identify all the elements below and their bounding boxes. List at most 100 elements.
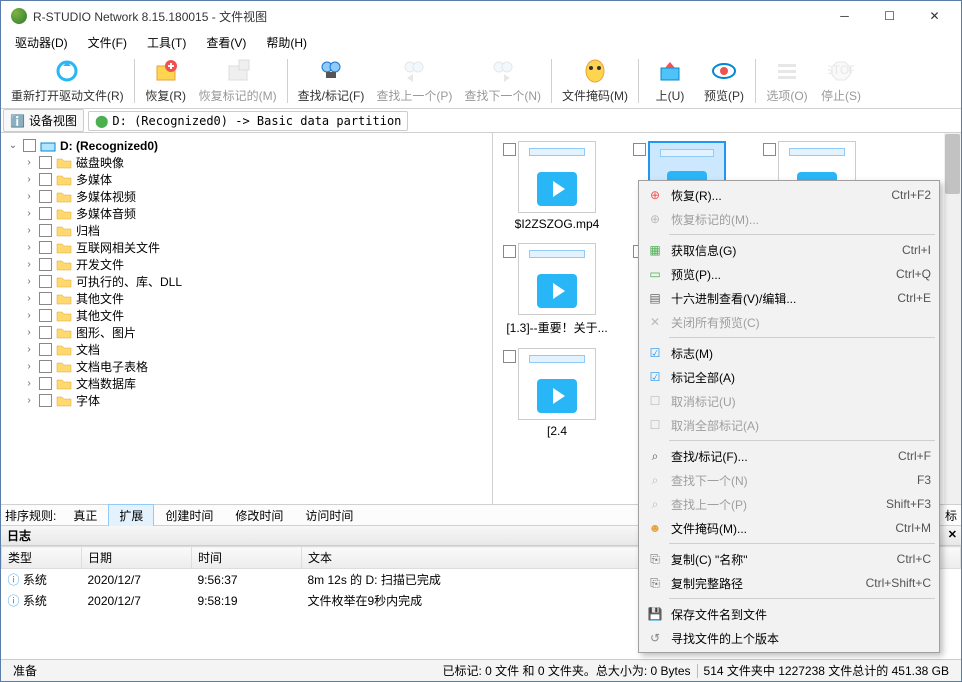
ctx-info[interactable]: ▦获取信息(G)Ctrl+I xyxy=(641,238,937,262)
tree-item[interactable]: ›多媒体 xyxy=(3,171,490,188)
toolbar-find-button[interactable]: 查找/标记(F) xyxy=(292,55,371,106)
expand-icon[interactable]: › xyxy=(23,378,35,389)
log-close-icon[interactable]: ✕ xyxy=(948,528,957,541)
scrollbar[interactable] xyxy=(944,133,961,504)
expand-icon[interactable]: › xyxy=(23,361,35,372)
file-thumbnail[interactable]: [1.3]--重要！关于... xyxy=(501,243,613,336)
ctx-mark-all[interactable]: ☑标记全部(A) xyxy=(641,365,937,389)
toolbar-recover-button[interactable]: 恢复(R) xyxy=(139,55,193,106)
checkbox[interactable] xyxy=(763,143,776,156)
thumbnail-preview[interactable] xyxy=(518,141,596,213)
checkbox[interactable] xyxy=(39,190,52,203)
expand-icon[interactable]: › xyxy=(23,225,35,236)
path-crumb[interactable]: ⬤ D: (Recognized0) -> Basic data partiti… xyxy=(88,111,408,131)
tree-item[interactable]: ›归档 xyxy=(3,222,490,239)
expand-icon[interactable]: › xyxy=(23,259,35,270)
maximize-button[interactable]: ☐ xyxy=(867,2,912,30)
log-col-1[interactable]: 日期 xyxy=(82,547,192,569)
checkbox[interactable] xyxy=(39,309,52,322)
toolbar-reopen-button[interactable]: 重新打开驱动文件(R) xyxy=(5,55,130,106)
checkbox[interactable] xyxy=(39,241,52,254)
ctx-recover[interactable]: ⊕恢复(R)...Ctrl+F2 xyxy=(641,183,937,207)
checkbox[interactable] xyxy=(39,343,52,356)
sort-tab-4[interactable]: 访问时间 xyxy=(294,504,364,527)
sort-tab-1[interactable]: 扩展 xyxy=(108,504,154,527)
log-col-0[interactable]: 类型 xyxy=(2,547,82,569)
checkbox[interactable] xyxy=(503,350,516,363)
log-col-2[interactable]: 时间 xyxy=(192,547,302,569)
menu-3[interactable]: 查看(V) xyxy=(196,32,256,53)
tree-item[interactable]: ›文档数据库 xyxy=(3,375,490,392)
checkbox[interactable] xyxy=(39,173,52,186)
thumbnail-preview[interactable] xyxy=(518,348,596,420)
tree-item[interactable]: ›多媒体音频 xyxy=(3,205,490,222)
ctx-save[interactable]: 💾保存文件名到文件 xyxy=(641,602,937,626)
tree-item[interactable]: ›磁盘映像 xyxy=(3,154,490,171)
toolbar-recover-marked-button: 恢复标记的(M) xyxy=(193,55,283,106)
thumbnail-preview[interactable] xyxy=(518,243,596,315)
checkbox[interactable] xyxy=(39,224,52,237)
tree-item[interactable]: ›其他文件 xyxy=(3,307,490,324)
collapse-icon[interactable]: ⌄ xyxy=(7,140,19,151)
file-thumbnail[interactable]: [2.4 xyxy=(501,348,613,438)
context-menu[interactable]: ⊕恢复(R)...Ctrl+F2⊕恢复标记的(M)...▦获取信息(G)Ctrl… xyxy=(638,180,940,653)
checkbox[interactable] xyxy=(23,139,36,152)
expand-icon[interactable]: › xyxy=(23,208,35,219)
tree-item[interactable]: ›多媒体视频 xyxy=(3,188,490,205)
expand-icon[interactable]: › xyxy=(23,395,35,406)
ctx-copy-path[interactable]: ⎘复制完整路径Ctrl+Shift+C xyxy=(641,571,937,595)
ctx-mark[interactable]: ☑标志(M) xyxy=(641,341,937,365)
ctx-mask[interactable]: ☻文件掩码(M)...Ctrl+M xyxy=(641,516,937,540)
tree-item[interactable]: ›可执行的、库、DLL xyxy=(3,273,490,290)
checkbox[interactable] xyxy=(39,207,52,220)
checkbox[interactable] xyxy=(39,326,52,339)
folder-tree-panel[interactable]: ⌄ D: (Recognized0)›磁盘映像›多媒体›多媒体视频›多媒体音频›归… xyxy=(1,133,493,504)
tree-root-label[interactable]: D: (Recognized0) xyxy=(60,139,158,153)
close-button[interactable]: ✕ xyxy=(912,2,957,30)
menu-1[interactable]: 文件(F) xyxy=(78,32,137,53)
menu-4[interactable]: 帮助(H) xyxy=(256,32,317,53)
menu-2[interactable]: 工具(T) xyxy=(137,32,196,53)
checkbox[interactable] xyxy=(39,156,52,169)
checkbox[interactable] xyxy=(39,394,52,407)
tree-item[interactable]: ›其他文件 xyxy=(3,290,490,307)
tree-item[interactable]: ›文档 xyxy=(3,341,490,358)
toolbar-up-button[interactable]: 上(U) xyxy=(643,55,697,106)
sort-tab-0[interactable]: 真正 xyxy=(62,504,108,527)
expand-icon[interactable]: › xyxy=(23,327,35,338)
device-view-tab[interactable]: ℹ️ 设备视图 xyxy=(3,109,84,132)
expand-icon[interactable]: › xyxy=(23,344,35,355)
expand-icon[interactable]: › xyxy=(23,293,35,304)
expand-icon[interactable]: › xyxy=(23,191,35,202)
checkbox[interactable] xyxy=(633,143,646,156)
checkbox[interactable] xyxy=(503,245,516,258)
expand-icon[interactable]: › xyxy=(23,242,35,253)
checkbox[interactable] xyxy=(39,360,52,373)
ctx-copy[interactable]: ⎘复制(C) "名称"Ctrl+C xyxy=(641,547,937,571)
expand-icon[interactable]: › xyxy=(23,276,35,287)
ctx-preview[interactable]: ▭预览(P)...Ctrl+Q xyxy=(641,262,937,286)
expand-icon[interactable]: › xyxy=(23,310,35,321)
tree-item[interactable]: ›图形、图片 xyxy=(3,324,490,341)
sort-tab-3[interactable]: 修改时间 xyxy=(224,504,294,527)
checkbox[interactable] xyxy=(39,292,52,305)
sort-tab-2[interactable]: 创建时间 xyxy=(154,504,224,527)
expand-icon[interactable]: › xyxy=(23,157,35,168)
tree-item[interactable]: ›互联网相关文件 xyxy=(3,239,490,256)
tree-item[interactable]: ›开发文件 xyxy=(3,256,490,273)
ctx-history[interactable]: ↺寻找文件的上个版本 xyxy=(641,626,937,650)
file-thumbnail[interactable]: $I2ZSZOG.mp4 xyxy=(501,141,613,231)
toolbar-mask-button[interactable]: 文件掩码(M) xyxy=(556,55,634,106)
ctx-find[interactable]: ⌕查找/标记(F)...Ctrl+F xyxy=(641,444,937,468)
checkbox[interactable] xyxy=(503,143,516,156)
minimize-button[interactable]: ─ xyxy=(822,2,867,30)
ctx-hex[interactable]: ▤十六进制查看(V)/编辑...Ctrl+E xyxy=(641,286,937,310)
tree-item[interactable]: ›文档电子表格 xyxy=(3,358,490,375)
toolbar-preview-button[interactable]: 预览(P) xyxy=(697,55,751,106)
checkbox[interactable] xyxy=(39,275,52,288)
menu-0[interactable]: 驱动器(D) xyxy=(5,32,78,53)
tree-item[interactable]: ›字体 xyxy=(3,392,490,409)
checkbox[interactable] xyxy=(39,258,52,271)
checkbox[interactable] xyxy=(39,377,52,390)
expand-icon[interactable]: › xyxy=(23,174,35,185)
